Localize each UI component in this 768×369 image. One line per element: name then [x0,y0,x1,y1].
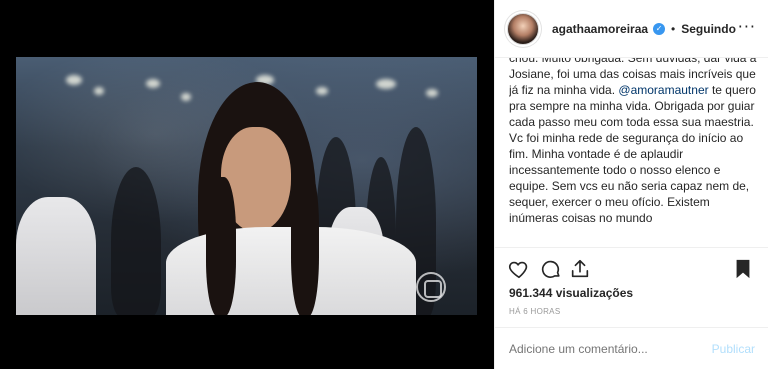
comment-icon[interactable] [540,258,562,280]
background-light [426,89,438,97]
publish-button[interactable]: Publicar [712,342,755,356]
verified-badge-icon: ✓ [653,22,666,35]
background-light [146,79,160,88]
post-sidebar: agathaamoreiraa ✓ • Seguindo ··· criou. … [494,0,768,369]
person-hair-front [206,177,236,315]
person-hair-back [291,167,319,315]
comment-bar: Publicar [495,327,768,369]
instagram-post-view: agathaamoreiraa ✓ • Seguindo ··· criou. … [0,0,768,369]
following-button[interactable]: Seguindo [681,22,736,36]
background-light [316,87,328,95]
view-count[interactable]: 961.344 visualizações [509,286,633,300]
action-bar [495,247,768,289]
tv-network-logo [416,272,446,302]
separator-dot: • [671,21,676,36]
username-link[interactable]: agathaamoreiraa [552,22,648,36]
mention-link[interactable]: @amoramautner [618,83,708,97]
video-player[interactable] [16,57,477,315]
share-icon[interactable] [569,258,591,280]
more-options-icon[interactable]: ··· [738,19,756,35]
caption: criou. Muito obrigada. Sem dúvidas, dar … [509,58,757,246]
background-light [66,75,82,85]
heart-icon[interactable] [508,258,530,280]
post-timestamp[interactable]: HÁ 6 HORAS [509,307,560,316]
media-area [0,0,494,369]
comment-input[interactable] [509,341,712,356]
caption-text-end: te quero pra sempre na minha vida. Obrig… [509,83,756,225]
background-light [376,79,396,89]
post-header: agathaamoreiraa ✓ • Seguindo ··· [495,0,768,58]
background-light [94,87,104,95]
background-light [181,93,191,101]
bookmark-icon[interactable] [732,258,754,280]
background-person [111,167,161,315]
caption-text: criou. Muito obrigada. Sem dúvidas, dar … [509,58,757,226]
foreground-coat [16,197,96,315]
avatar[interactable] [507,12,539,45]
